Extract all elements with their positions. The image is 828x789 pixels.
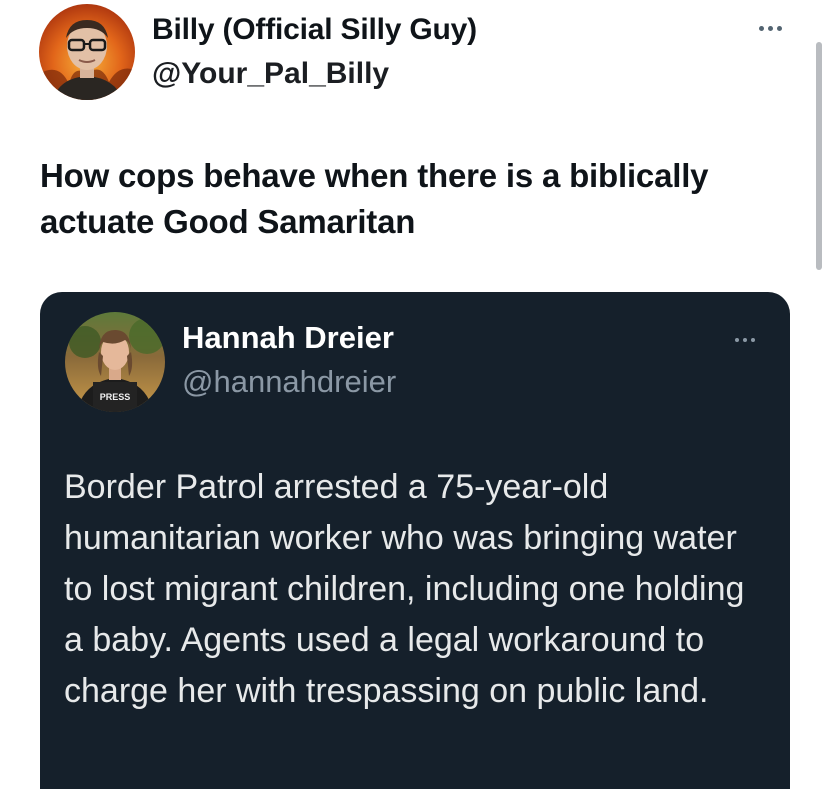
quoted-tweet-card[interactable]: PRESS Hannah Dreier @hannahdreier Border… (40, 292, 790, 789)
press-vest-label: PRESS (100, 392, 131, 402)
scrollbar-thumb[interactable] (816, 42, 822, 270)
quoted-author-handle[interactable]: @hannahdreier (182, 364, 396, 400)
quoted-author-display-name[interactable]: Hannah Dreier (182, 320, 394, 356)
tweet-text: How cops behave when there is a biblical… (40, 157, 709, 240)
quoted-tweet-text: Border Patrol arrested a 75-year-old hum… (64, 468, 745, 710)
author-avatar-image (39, 20, 135, 100)
author-display-name[interactable]: Billy (Official Silly Guy) (152, 13, 477, 47)
quoted-author-avatar-image: PRESS (69, 318, 165, 412)
quoted-more-icon[interactable] (725, 328, 765, 352)
author-handle[interactable]: @Your_Pal_Billy (152, 57, 389, 91)
tweet: Billy (Official Silly Guy) @Your_Pal_Bil… (0, 0, 828, 789)
more-icon[interactable] (750, 14, 790, 42)
author-avatar[interactable] (39, 4, 135, 100)
quoted-author-avatar[interactable]: PRESS (65, 312, 165, 412)
